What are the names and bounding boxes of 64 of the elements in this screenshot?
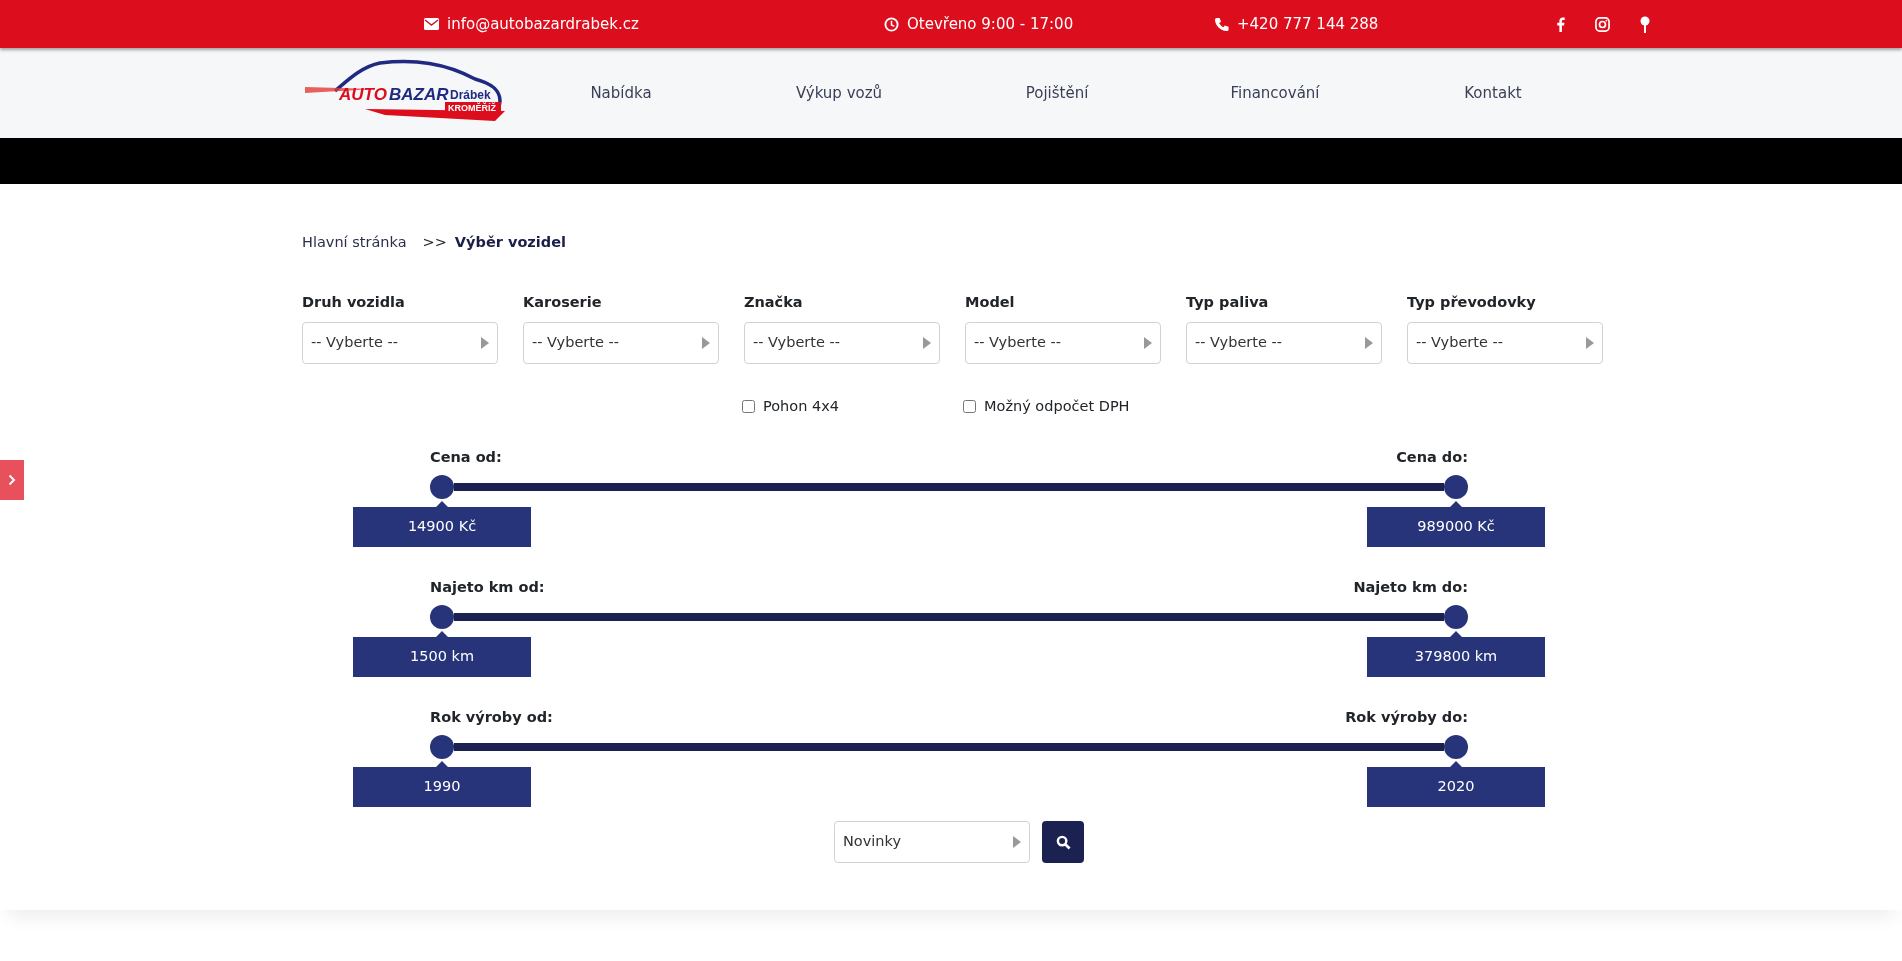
nav-link[interactable]: Kontakt	[1464, 83, 1522, 102]
logo[interactable]: AUTOBAZARDrábek KROMĚŘÍŽ	[305, 59, 505, 127]
slider-handle[interactable]	[1444, 735, 1468, 759]
checkbox-label: Možný odpočet DPH	[984, 396, 1130, 416]
value-tooltip: 1500 km	[353, 631, 531, 677]
caret-icon	[702, 336, 710, 349]
caret-icon	[1013, 836, 1021, 849]
filter-label: Druh vozidla	[302, 292, 406, 312]
breadcrumb-current: Výběr vozidel	[454, 233, 566, 252]
value-tooltip: 989000 Kč	[1367, 501, 1545, 547]
range-label: Cena do:	[1396, 448, 1468, 468]
checkbox[interactable]	[742, 399, 755, 413]
chevron-right-icon	[8, 474, 16, 486]
value-tooltip: 14900 Kč	[353, 501, 531, 547]
nav-link[interactable]: Pojištění	[1025, 83, 1089, 102]
dropdown[interactable]: -- Vyberte --	[523, 321, 719, 364]
caret-icon	[1144, 336, 1152, 349]
caret-icon	[923, 336, 931, 349]
sort-dropdown[interactable]: Novinky	[834, 821, 1030, 864]
filter-label: Typ převodovky	[1407, 292, 1537, 312]
range-label: Najeto km od:	[430, 578, 545, 598]
dropdown[interactable]: -- Vyberte --	[1186, 321, 1382, 364]
nav-link[interactable]: Nabídka	[590, 83, 652, 102]
slider-handle[interactable]	[430, 605, 454, 629]
phone-link[interactable]: +420 777 144 288	[1237, 12, 1379, 36]
dropdown[interactable]: -- Vyberte --	[965, 321, 1161, 364]
range-label: Rok výroby do:	[1345, 708, 1468, 728]
slider-handle[interactable]	[1444, 475, 1468, 499]
facebook-icon[interactable]	[1556, 16, 1565, 32]
breadcrumb-link[interactable]: Hlavní stránka	[302, 232, 407, 254]
range-label: Rok výroby od:	[430, 708, 553, 728]
envelope-icon	[424, 18, 439, 30]
instagram-icon[interactable]	[1595, 16, 1610, 32]
nav-link[interactable]: Výkup vozů	[795, 83, 883, 102]
filter-label: Model	[965, 292, 1016, 312]
email-link[interactable]: info@autobazardrabek.cz	[447, 12, 639, 36]
caret-icon	[481, 336, 489, 349]
map-pin-icon[interactable]	[1640, 15, 1650, 33]
clock-icon	[884, 16, 899, 32]
checkbox[interactable]	[963, 399, 976, 413]
value-tooltip: 2020	[1367, 761, 1545, 807]
slider-handle[interactable]	[430, 475, 454, 499]
caret-icon	[1365, 336, 1373, 349]
slider-handle[interactable]	[1444, 605, 1468, 629]
dropdown[interactable]: -- Vyberte --	[1407, 321, 1603, 364]
filter-label: Typ paliva	[1186, 292, 1270, 312]
caret-icon	[1586, 336, 1594, 349]
filter-label: Karoserie	[523, 292, 603, 312]
opening-hours: Otevřeno 9:00 - 17:00	[907, 13, 1074, 35]
value-tooltip: 1990	[353, 761, 531, 807]
range-label: Najeto km do:	[1353, 578, 1468, 598]
nav-link[interactable]: Financování	[1230, 83, 1320, 102]
dropdown[interactable]: -- Vyberte --	[744, 321, 940, 364]
phone-icon	[1214, 16, 1229, 32]
search-icon	[1055, 834, 1071, 850]
value-tooltip: 379800 km	[1367, 631, 1545, 677]
checkbox-label: Pohon 4x4	[763, 396, 839, 416]
side-panel-toggle[interactable]	[0, 460, 24, 500]
range-label: Cena od:	[430, 448, 502, 468]
filter-label: Značka	[744, 292, 804, 312]
dropdown[interactable]: -- Vyberte --	[302, 321, 498, 364]
slider-handle[interactable]	[430, 735, 454, 759]
breadcrumb-separator: >>	[422, 233, 447, 252]
search-button[interactable]	[1042, 821, 1084, 864]
